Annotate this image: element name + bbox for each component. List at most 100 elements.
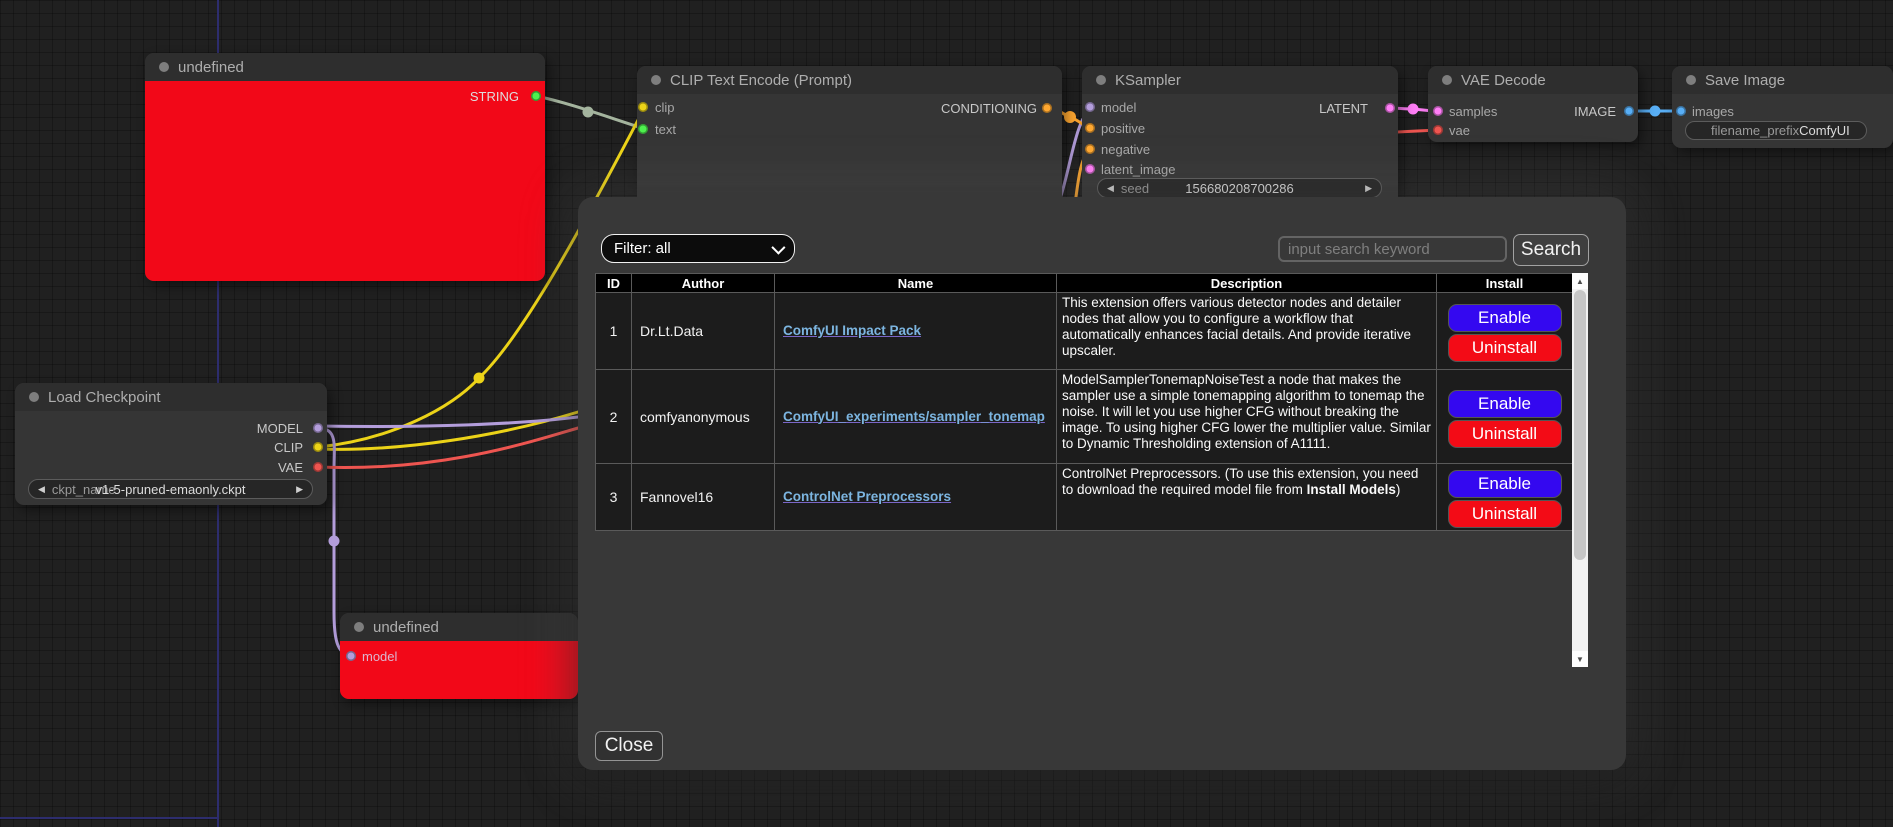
uninstall-button[interactable]: Uninstall bbox=[1449, 501, 1561, 527]
row-description: ModelSamplerTonemapNoiseTest a node that… bbox=[1057, 370, 1437, 464]
filename-prefix-label: filename_prefix bbox=[1711, 123, 1799, 138]
scrollbar-thumb[interactable] bbox=[1574, 290, 1586, 560]
output-slot-conditioning[interactable] bbox=[1042, 103, 1052, 113]
input-label-model: model bbox=[1101, 100, 1136, 115]
search-input[interactable] bbox=[1278, 236, 1507, 262]
previous-arrow-icon[interactable]: ◀ bbox=[38, 484, 45, 495]
input-label-latent-image: latent_image bbox=[1101, 162, 1175, 177]
output-label-conditioning: CONDITIONING bbox=[941, 101, 1037, 116]
collapse-dot-icon[interactable] bbox=[159, 62, 169, 72]
enable-button[interactable]: Enable bbox=[1449, 471, 1561, 497]
output-slot-model[interactable] bbox=[313, 423, 323, 433]
search-button-label: Search bbox=[1521, 239, 1581, 261]
graph-canvas[interactable]: undefined STRING CLIP Text Encode (Promp… bbox=[0, 0, 1893, 827]
table-scrollbar[interactable]: ▲ ▼ bbox=[1572, 273, 1588, 667]
header-name: Name bbox=[775, 274, 1057, 293]
close-button[interactable]: Close bbox=[595, 731, 663, 761]
table-row: 3 Fannovel16 ControlNet Preprocessors Co… bbox=[596, 464, 1573, 531]
collapse-dot-icon[interactable] bbox=[651, 75, 661, 85]
reroute-dot-string bbox=[583, 107, 594, 118]
input-slot-text[interactable] bbox=[638, 124, 648, 134]
collapse-dot-icon[interactable] bbox=[1442, 75, 1452, 85]
node-title-bar[interactable]: CLIP Text Encode (Prompt) bbox=[637, 66, 1062, 94]
output-label-clip: CLIP bbox=[274, 440, 303, 455]
input-slot-model[interactable] bbox=[346, 651, 356, 661]
uninstall-button[interactable]: Uninstall bbox=[1449, 421, 1561, 447]
node-ksampler[interactable]: KSampler model positive negative latent_… bbox=[1082, 66, 1398, 210]
input-slot-images[interactable] bbox=[1676, 106, 1686, 116]
uninstall-button[interactable]: Uninstall bbox=[1449, 335, 1561, 361]
enable-button[interactable]: Enable bbox=[1449, 391, 1561, 417]
collapse-dot-icon[interactable] bbox=[29, 392, 39, 402]
input-slot-model[interactable] bbox=[1085, 102, 1095, 112]
collapse-dot-icon[interactable] bbox=[354, 622, 364, 632]
node-undefined-bottom[interactable]: undefined model bbox=[340, 613, 578, 699]
output-label-string: STRING bbox=[470, 89, 519, 104]
output-slot-vae[interactable] bbox=[313, 462, 323, 472]
node-save-image[interactable]: Save Image images filename_prefix ComfyU… bbox=[1672, 66, 1893, 148]
row-author: Dr.Lt.Data bbox=[632, 293, 775, 370]
node-title-bar[interactable]: undefined bbox=[145, 53, 545, 81]
filename-prefix-widget[interactable]: filename_prefix ComfyUI bbox=[1685, 121, 1867, 140]
output-label-model: MODEL bbox=[257, 421, 303, 436]
node-undefined-top[interactable]: undefined STRING bbox=[145, 53, 545, 281]
output-slot-clip[interactable] bbox=[313, 442, 323, 452]
table-header-row: ID Author Name Description Install bbox=[596, 274, 1573, 293]
description-bold-text: Install Models bbox=[1307, 482, 1396, 497]
output-label-vae: VAE bbox=[278, 460, 303, 475]
ckpt-name-value: v1-5-pruned-emaonly.ckpt bbox=[95, 482, 245, 497]
seed-widget[interactable]: ◀ seed 156680208700286 ▶ bbox=[1097, 178, 1382, 198]
input-label-vae: vae bbox=[1449, 123, 1470, 138]
input-label-samples: samples bbox=[1449, 104, 1497, 119]
node-title: KSampler bbox=[1115, 72, 1181, 89]
input-label-images: images bbox=[1692, 104, 1734, 119]
reroute-dot-image bbox=[1650, 106, 1661, 117]
node-title-bar[interactable]: KSampler bbox=[1082, 66, 1398, 94]
scrollbar-up-icon[interactable]: ▲ bbox=[1572, 273, 1588, 289]
input-slot-latent-image[interactable] bbox=[1085, 164, 1095, 174]
node-title-bar[interactable]: Load Checkpoint bbox=[15, 383, 327, 411]
extension-manager-dialog: Filter: all Search ID Author Name Descri… bbox=[578, 197, 1626, 770]
output-slot-image[interactable] bbox=[1624, 106, 1634, 116]
scrollbar-down-icon[interactable]: ▼ bbox=[1572, 651, 1588, 667]
input-slot-samples[interactable] bbox=[1433, 106, 1443, 116]
decrement-arrow-icon[interactable]: ◀ bbox=[1107, 183, 1114, 194]
node-title-bar[interactable]: VAE Decode bbox=[1428, 66, 1638, 94]
node-vae-decode[interactable]: VAE Decode samples vae IMAGE bbox=[1428, 66, 1638, 142]
extension-table-container: ID Author Name Description Install 1 Dr.… bbox=[595, 273, 1588, 667]
output-label-image: IMAGE bbox=[1574, 104, 1616, 119]
node-clip-text-encode[interactable]: CLIP Text Encode (Prompt) clip text COND… bbox=[637, 66, 1062, 210]
collapse-dot-icon[interactable] bbox=[1686, 75, 1696, 85]
collapse-dot-icon[interactable] bbox=[1096, 75, 1106, 85]
output-slot-string[interactable] bbox=[531, 91, 541, 101]
enable-button[interactable]: Enable bbox=[1449, 305, 1561, 331]
filter-select-value: Filter: all bbox=[614, 240, 671, 257]
node-title: CLIP Text Encode (Prompt) bbox=[670, 72, 852, 89]
node-title-bar[interactable]: undefined bbox=[340, 613, 578, 641]
search-button[interactable]: Search bbox=[1513, 234, 1589, 266]
input-slot-vae[interactable] bbox=[1433, 125, 1443, 135]
ckpt-name-widget[interactable]: ◀ ckpt_name v1-5-pruned-emaonly.ckpt ▶ bbox=[28, 479, 313, 499]
header-description: Description bbox=[1057, 274, 1437, 293]
reroute-dot-clip bbox=[474, 373, 485, 384]
extension-link[interactable]: ComfyUI Impact Pack bbox=[783, 323, 921, 338]
input-slot-negative[interactable] bbox=[1085, 144, 1095, 154]
next-arrow-icon[interactable]: ▶ bbox=[296, 484, 303, 495]
output-slot-latent[interactable] bbox=[1385, 103, 1395, 113]
row-description: ControlNet Preprocessors. (To use this e… bbox=[1057, 464, 1437, 531]
extension-link[interactable]: ComfyUI_experiments/sampler_tonemap bbox=[783, 409, 1045, 424]
node-title-bar[interactable]: Save Image bbox=[1672, 66, 1893, 94]
row-author: comfyanonymous bbox=[632, 370, 775, 464]
node-load-checkpoint[interactable]: Load Checkpoint MODEL CLIP VAE ◀ ckpt_na… bbox=[15, 383, 327, 505]
filter-select[interactable]: Filter: all bbox=[601, 234, 795, 263]
row-id: 2 bbox=[596, 370, 632, 464]
table-row: 2 comfyanonymous ComfyUI_experiments/sam… bbox=[596, 370, 1573, 464]
row-install-cell: Enable Uninstall bbox=[1437, 293, 1573, 370]
input-slot-clip[interactable] bbox=[638, 102, 648, 112]
increment-arrow-icon[interactable]: ▶ bbox=[1365, 183, 1372, 194]
node-title: Load Checkpoint bbox=[48, 389, 161, 406]
row-id: 1 bbox=[596, 293, 632, 370]
header-install: Install bbox=[1437, 274, 1573, 293]
input-slot-positive[interactable] bbox=[1085, 123, 1095, 133]
extension-link[interactable]: ControlNet Preprocessors bbox=[783, 489, 951, 504]
